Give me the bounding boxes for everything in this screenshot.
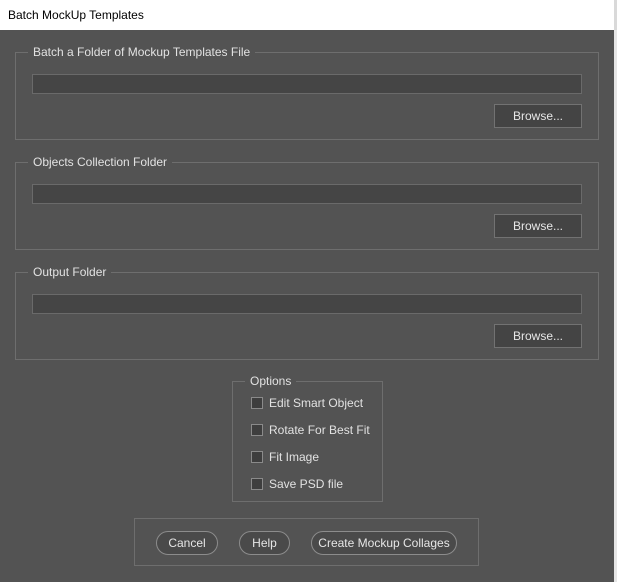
templates-folder-path-input[interactable] bbox=[32, 74, 582, 94]
fit-image-option[interactable]: Fit Image bbox=[251, 450, 319, 464]
templates-folder-group: Batch a Folder of Mockup Templates File … bbox=[15, 45, 599, 140]
objects-folder-group-label: Objects Collection Folder bbox=[28, 155, 173, 169]
templates-folder-group-label: Batch a Folder of Mockup Templates File bbox=[28, 45, 256, 59]
edit-smart-object-checkbox[interactable] bbox=[251, 397, 263, 409]
edit-smart-object-option[interactable]: Edit Smart Object bbox=[251, 396, 363, 410]
options-group: Options Edit Smart Object Rotate For Bes… bbox=[232, 374, 383, 502]
rotate-best-fit-checkbox[interactable] bbox=[251, 424, 263, 436]
rotate-best-fit-label: Rotate For Best Fit bbox=[269, 423, 370, 437]
cancel-button[interactable]: Cancel bbox=[156, 531, 218, 555]
window-title: Batch MockUp Templates bbox=[8, 8, 144, 22]
edit-smart-object-label: Edit Smart Object bbox=[269, 396, 364, 410]
help-button[interactable]: Help bbox=[239, 531, 290, 555]
objects-folder-path-input[interactable] bbox=[32, 184, 582, 204]
output-folder-group-label: Output Folder bbox=[28, 265, 112, 279]
title-bar: Batch MockUp Templates bbox=[0, 0, 617, 30]
action-buttons-group: Cancel Help Create Mockup Collages bbox=[134, 518, 479, 566]
options-group-label: Options bbox=[245, 374, 297, 388]
fit-image-label: Fit Image bbox=[269, 450, 320, 464]
objects-folder-group: Objects Collection Folder Browse... bbox=[15, 155, 599, 250]
rotate-best-fit-option[interactable]: Rotate For Best Fit bbox=[251, 423, 370, 437]
save-psd-label: Save PSD file bbox=[269, 477, 344, 491]
save-psd-checkbox[interactable] bbox=[251, 478, 263, 490]
templates-browse-button[interactable]: Browse... bbox=[494, 104, 582, 128]
dialog-body: Batch a Folder of Mockup Templates File … bbox=[0, 30, 614, 582]
output-browse-button[interactable]: Browse... bbox=[494, 324, 582, 348]
fit-image-checkbox[interactable] bbox=[251, 451, 263, 463]
objects-browse-button[interactable]: Browse... bbox=[494, 214, 582, 238]
save-psd-option[interactable]: Save PSD file bbox=[251, 477, 343, 491]
create-mockup-collages-button[interactable]: Create Mockup Collages bbox=[311, 531, 457, 555]
output-folder-group: Output Folder Browse... bbox=[15, 265, 599, 360]
output-folder-path-input[interactable] bbox=[32, 294, 582, 314]
